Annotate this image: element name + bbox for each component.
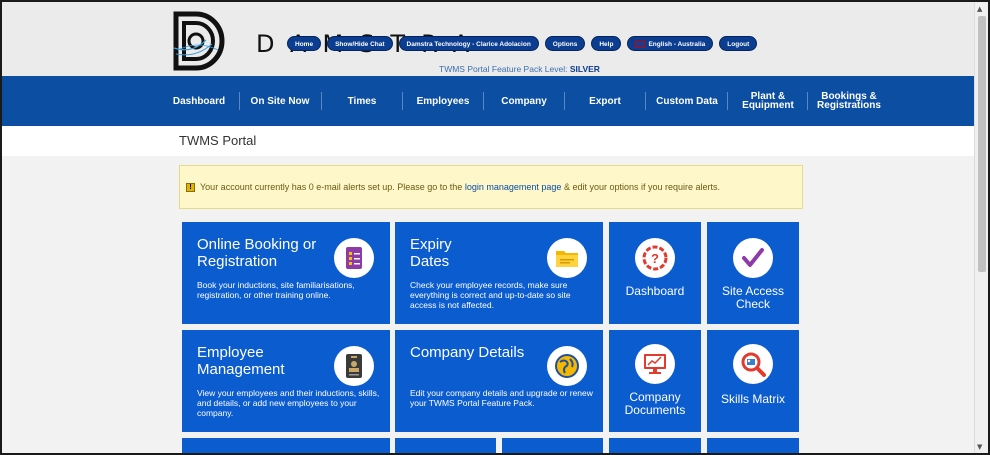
vertical-scrollbar[interactable]: ▲ ▼ [974,2,988,453]
scroll-up-icon[interactable]: ▲ [977,4,982,14]
nav-on-site-now[interactable]: On Site Now [242,76,318,126]
nav-divider [564,92,565,110]
tile-description: Book your inductions, site familiarisati… [197,280,355,300]
alert-text-after: & edit your options if you require alert… [563,182,721,192]
login-management-link[interactable]: login management page [465,182,562,192]
tile-title: Company Details [410,344,525,361]
tile-title: Online Booking or Registration [197,236,317,270]
email-alert-notice: ! Your account currently has 0 e-mail al… [179,165,803,209]
id-badge-icon [334,346,374,386]
main-nav: Dashboard On Site Now Times Employees Co… [2,76,976,126]
monitor-chart-icon [635,344,675,384]
warning-icon: ! [186,183,195,192]
tile-description: Edit your company details and upgrade or… [410,388,593,408]
checklist-icon [334,238,374,278]
damstra-logo [173,11,225,71]
site-header: DAMSTRA Home Show/Hide Chat Damstra Tech… [2,2,976,76]
home-button[interactable]: Home [287,36,322,51]
nav-times[interactable]: Times [324,76,400,126]
nav-custom-data[interactable]: Custom Data [648,76,726,126]
tile-label: Dashboard [625,284,685,298]
svg-text:?: ? [651,251,659,266]
au-flag-icon [635,40,646,48]
tile-employee-management[interactable]: Employee Management View your employees … [182,330,390,432]
tile-online-booking[interactable]: Online Booking or Registration Book your… [182,222,390,324]
main-content: TWMS Portal ! Your account currently has… [2,126,976,453]
alert-message: Your account currently has 0 e-mail aler… [200,182,720,192]
tile-partial[interactable] [395,438,496,453]
globe-icon [547,346,587,386]
tile-description: Check your employee records, make sure e… [410,280,571,310]
nav-divider [727,92,728,110]
tile-expiry-dates[interactable]: Expiry Dates Check your employee records… [395,222,603,324]
folder-icon [547,238,587,278]
language-label: English - Australia [648,41,706,48]
tile-label: Skills Matrix [720,392,785,406]
tile-partial[interactable] [609,438,701,453]
nav-bookings-registrations[interactable]: Bookings & Registrations [812,76,886,126]
question-dial-icon: ? [635,238,675,278]
browser-viewport: DAMSTRA Home Show/Hide Chat Damstra Tech… [0,0,990,455]
tile-dashboard[interactable]: ? Dashboard [609,222,701,324]
nav-divider [402,92,403,110]
tile-partial[interactable] [707,438,799,453]
tile-label: Site Access Check [721,284,785,311]
tile-partial[interactable] [182,438,390,453]
nav-divider [483,92,484,110]
nav-company[interactable]: Company [486,76,562,126]
show-hide-chat-button[interactable]: Show/Hide Chat [327,36,393,51]
alert-text-before: Your account currently has 0 e-mail aler… [200,182,463,192]
magnifier-id-icon [733,344,773,384]
scroll-down-icon[interactable]: ▼ [977,442,982,452]
nav-divider [321,92,322,110]
user-account-button[interactable]: Damstra Technology - Clarice Adolacion [398,36,539,51]
feature-pack-level: TWMS Portal Feature Pack Level: SILVER [439,64,600,74]
nav-dashboard[interactable]: Dashboard [167,76,231,126]
tile-title: Expiry Dates [410,236,452,270]
logout-button[interactable]: Logout [719,36,758,51]
feature-level-prefix: TWMS Portal Feature Pack Level: [439,64,568,74]
language-button[interactable]: English - Australia [627,36,714,51]
feature-level-value: SILVER [569,64,600,74]
nav-divider [645,92,646,110]
tile-company-details[interactable]: Company Details Edit your company detail… [395,330,603,432]
options-button[interactable]: Options [544,36,586,51]
page-title-bar: TWMS Portal [2,126,976,156]
nav-divider [807,92,808,110]
nav-plant-equipment[interactable]: Plant & Equipment [735,76,801,126]
nav-employees[interactable]: Employees [405,76,481,126]
tile-partial[interactable] [502,438,603,453]
nav-export[interactable]: Export [567,76,643,126]
tile-company-documents[interactable]: Company Documents [609,330,701,432]
tile-description: View your employees and their inductions… [197,388,380,418]
tile-title: Employee Management [197,344,285,378]
help-button[interactable]: Help [591,36,622,51]
page-title: TWMS Portal [179,133,257,148]
tile-site-access-check[interactable]: Site Access Check [707,222,799,324]
tile-skills-matrix[interactable]: Skills Matrix [707,330,799,432]
scroll-thumb[interactable] [978,16,986,272]
nav-divider [239,92,240,110]
checkmark-icon [733,238,773,278]
top-button-bar: Home Show/Hide Chat Damstra Technology -… [287,36,758,51]
tile-label: Company Documents [624,390,686,417]
